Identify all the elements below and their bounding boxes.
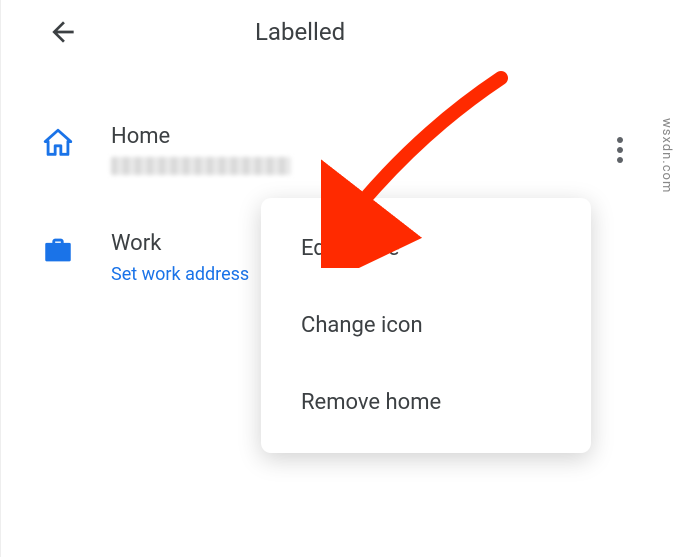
back-button[interactable] bbox=[41, 10, 85, 54]
item-label: Home bbox=[111, 124, 291, 149]
item-address-redacted bbox=[111, 157, 291, 175]
menu-item-change-icon[interactable]: Change icon bbox=[261, 287, 591, 364]
header: Labelled bbox=[1, 0, 680, 64]
home-icon bbox=[41, 126, 75, 160]
set-work-address-link[interactable]: Set work address bbox=[111, 264, 249, 285]
context-menu: Edit home Change icon Remove home bbox=[261, 198, 591, 453]
more-button[interactable] bbox=[608, 134, 632, 166]
arrow-left-icon bbox=[47, 16, 79, 48]
labelled-item-home[interactable]: Home bbox=[1, 100, 680, 185]
dot-icon bbox=[617, 147, 623, 153]
dot-icon bbox=[617, 137, 623, 143]
item-label: Work bbox=[111, 231, 249, 256]
watermark: wsxdn.com bbox=[659, 118, 674, 193]
briefcase-icon bbox=[41, 233, 75, 267]
page-title: Labelled bbox=[255, 18, 345, 46]
dot-icon bbox=[617, 157, 623, 163]
menu-item-remove-home[interactable]: Remove home bbox=[261, 364, 591, 441]
menu-item-edit-home[interactable]: Edit home bbox=[261, 210, 591, 287]
